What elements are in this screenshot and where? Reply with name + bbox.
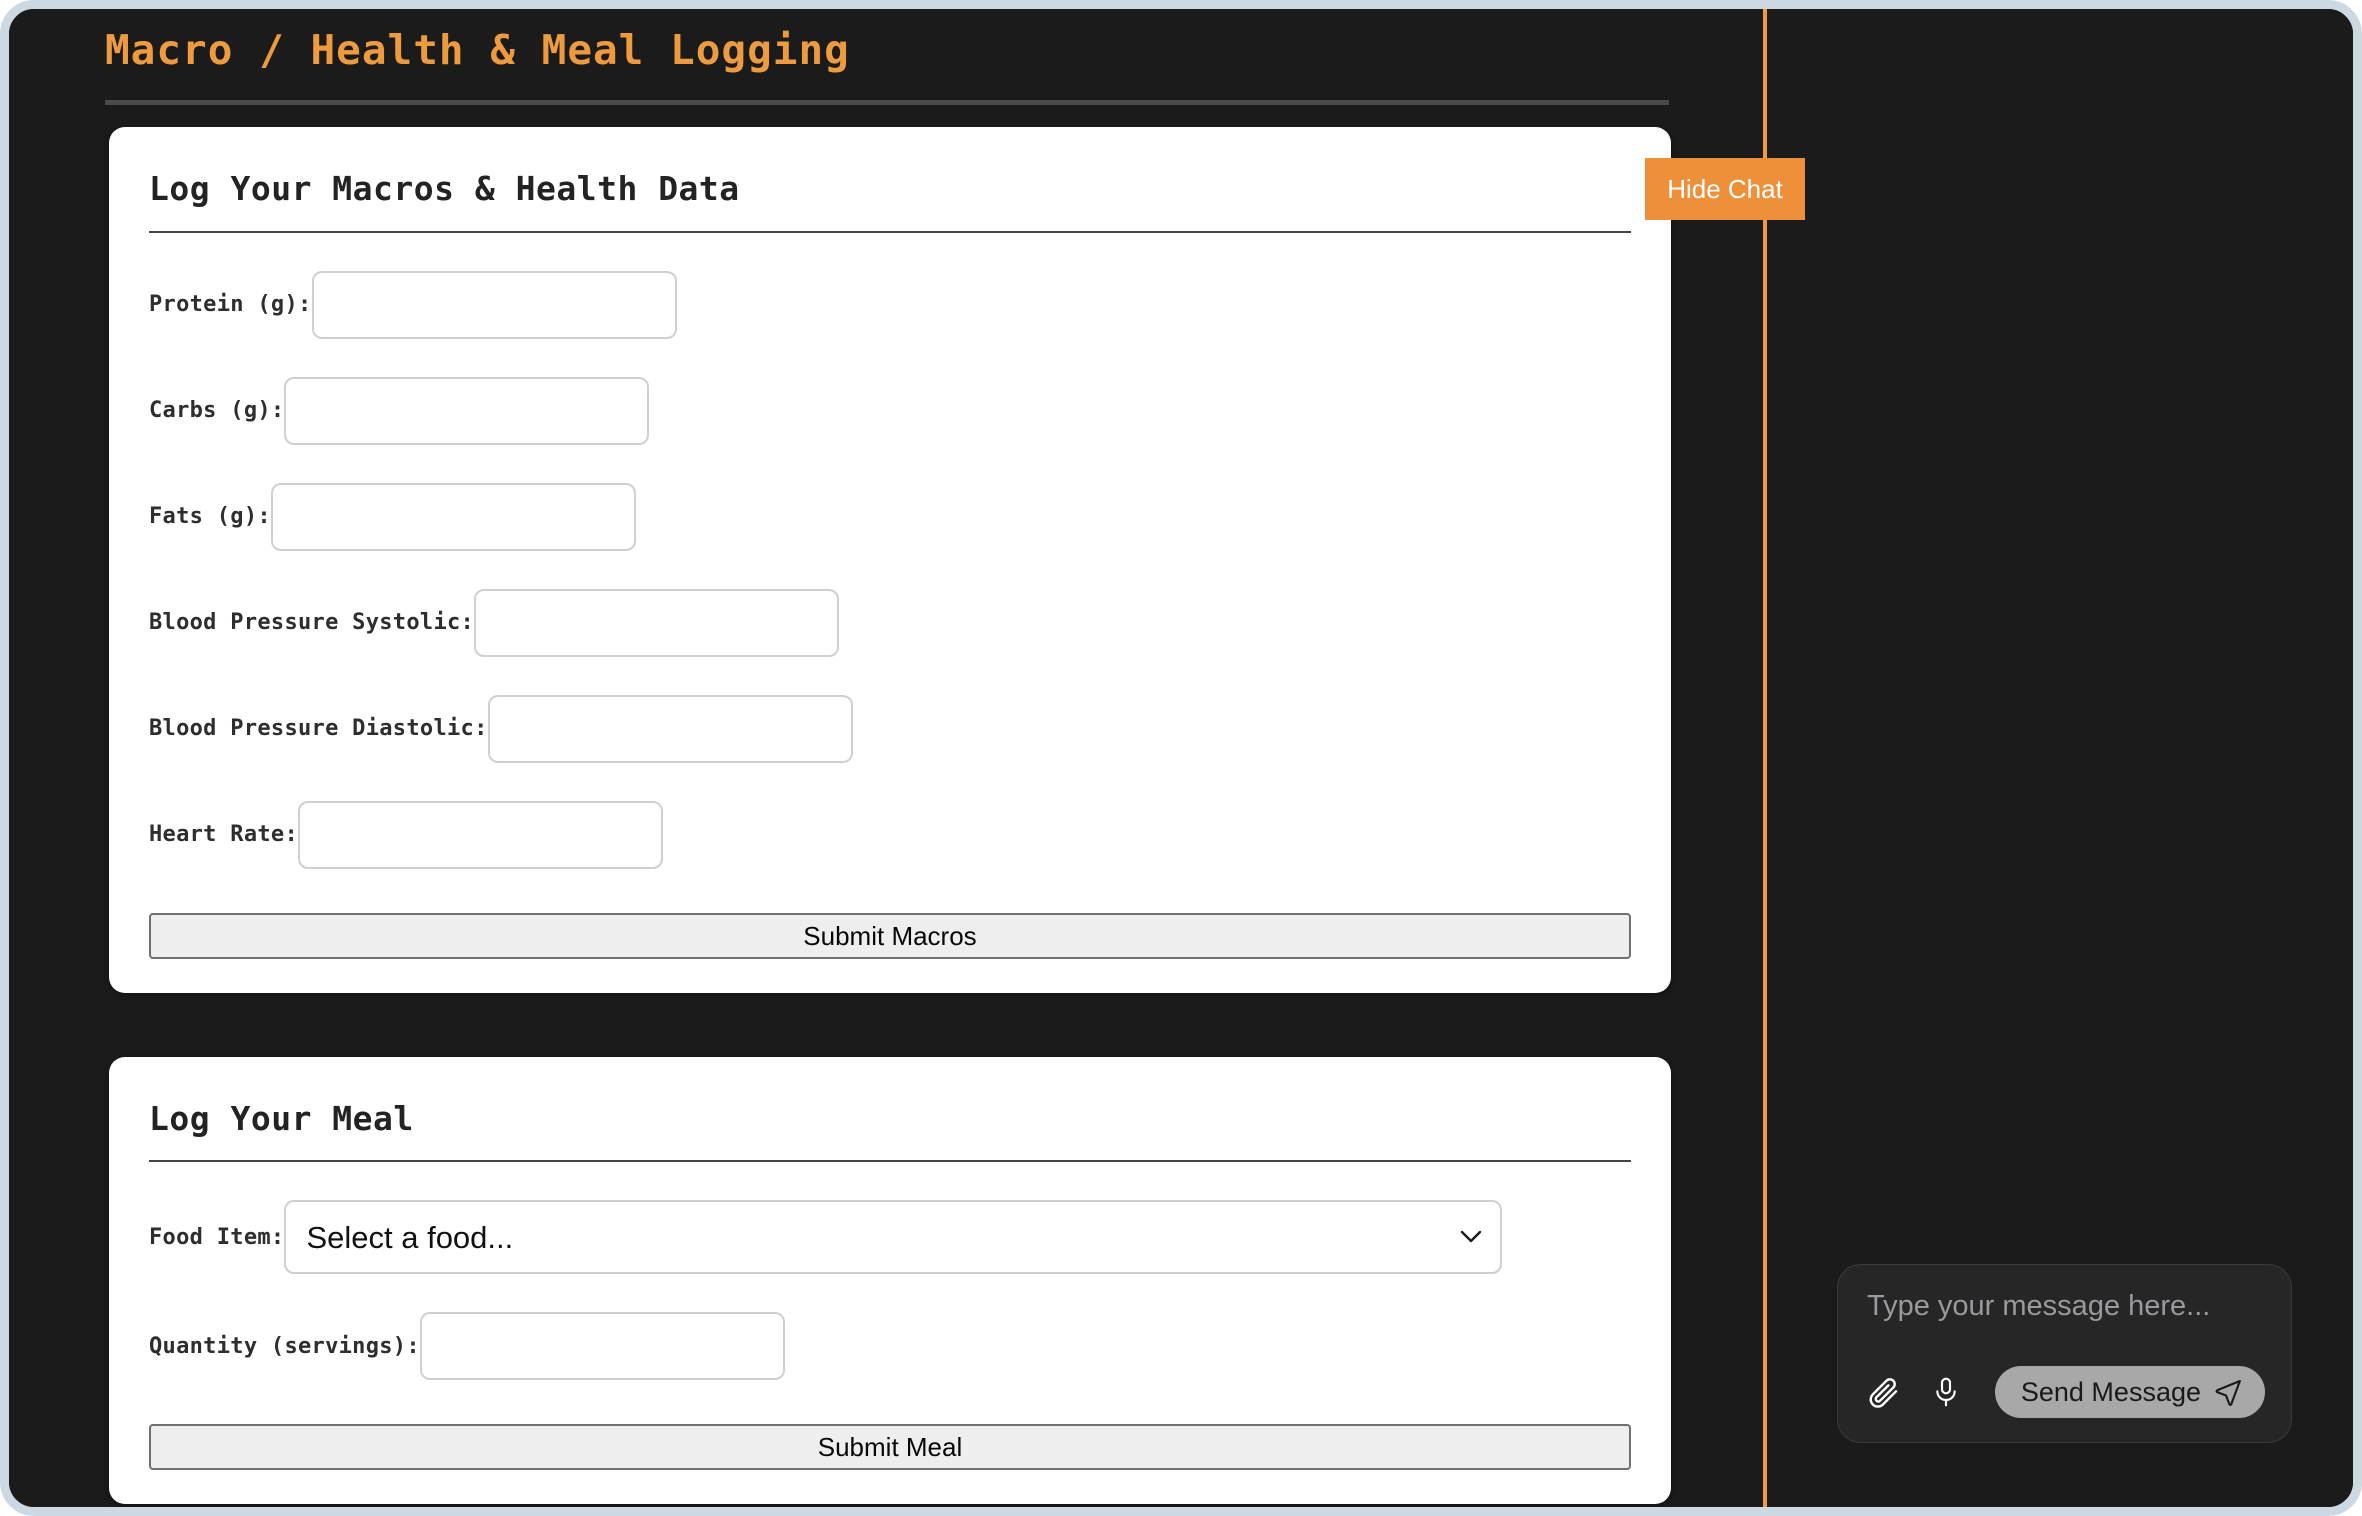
chat-panel: Type your message here... Send Message xyxy=(1767,9,2353,1507)
send-plane-icon xyxy=(2215,1379,2241,1406)
content-column: Log Your Macros & Health Data Protein (g… xyxy=(109,127,1671,1507)
quantity-input[interactable] xyxy=(419,1312,785,1381)
protein-input[interactable] xyxy=(311,270,677,339)
heart-rate-label: Heart Rate: xyxy=(149,822,298,848)
bp-diastolic-label: Blood Pressure Diastolic: xyxy=(149,716,488,742)
composer-actions: Send Message xyxy=(1864,1366,2265,1418)
macro-card-divider xyxy=(149,230,1631,233)
chat-composer[interactable]: Type your message here... Send Message xyxy=(1837,1264,2292,1443)
macro-health-card: Log Your Macros & Health Data Protein (g… xyxy=(109,127,1671,993)
send-message-button[interactable]: Send Message xyxy=(1994,1366,2265,1418)
hide-chat-button[interactable]: Hide Chat xyxy=(1645,158,1805,220)
field-row-heart-rate: Heart Rate: xyxy=(149,800,1631,869)
attach-file-button[interactable] xyxy=(1864,1372,1904,1412)
fats-input[interactable] xyxy=(270,482,636,551)
field-row-protein: Protein (g): xyxy=(149,270,1631,339)
voice-input-button[interactable] xyxy=(1926,1372,1966,1412)
meal-card-title: Log Your Meal xyxy=(149,1098,414,1138)
chat-message-input[interactable]: Type your message here... xyxy=(1864,1290,2265,1323)
app-header: Macro / Health & Meal Logging xyxy=(105,26,1669,106)
quantity-label: Quantity (servings): xyxy=(149,1333,420,1359)
carbs-label: Carbs (g): xyxy=(149,398,285,424)
bp-diastolic-input[interactable] xyxy=(487,694,853,763)
meal-card: Log Your Meal Food Item: Select a food..… xyxy=(109,1056,1671,1505)
app-window-frame: Macro / Health & Meal Logging Log Your M… xyxy=(0,0,2362,1516)
field-row-fats: Fats (g): xyxy=(149,482,1631,551)
macro-card-title: Log Your Macros & Health Data xyxy=(149,169,740,208)
fats-label: Fats (g): xyxy=(149,504,271,530)
bp-systolic-input[interactable] xyxy=(474,588,840,657)
microphone-icon xyxy=(1936,1377,1956,1407)
field-row-quantity: Quantity (servings): xyxy=(149,1312,1631,1381)
field-row-bp-diastolic: Blood Pressure Diastolic: xyxy=(149,694,1631,763)
field-row-carbs: Carbs (g): xyxy=(149,376,1631,445)
submit-meal-button[interactable]: Submit Meal xyxy=(149,1424,1631,1471)
paperclip-icon xyxy=(1869,1378,1898,1408)
heart-rate-input[interactable] xyxy=(298,800,663,869)
send-message-label: Send Message xyxy=(2020,1376,2201,1407)
submit-macros-button[interactable]: Submit Macros xyxy=(149,912,1631,959)
food-item-select-wrapper: Select a food... xyxy=(284,1200,1503,1275)
carbs-input[interactable] xyxy=(284,376,650,445)
bp-systolic-label: Blood Pressure Systolic: xyxy=(149,610,475,636)
header-divider xyxy=(105,100,1669,106)
food-item-label: Food Item: xyxy=(149,1224,285,1250)
protein-label: Protein (g): xyxy=(149,292,312,318)
field-row-food-item: Food Item: Select a food... xyxy=(149,1200,1631,1275)
field-row-bp-systolic: Blood Pressure Systolic: xyxy=(149,588,1631,657)
page-title: Macro / Health & Meal Logging xyxy=(105,26,850,74)
meal-card-divider xyxy=(149,1160,1631,1163)
food-item-select[interactable]: Select a food... xyxy=(284,1200,1503,1275)
